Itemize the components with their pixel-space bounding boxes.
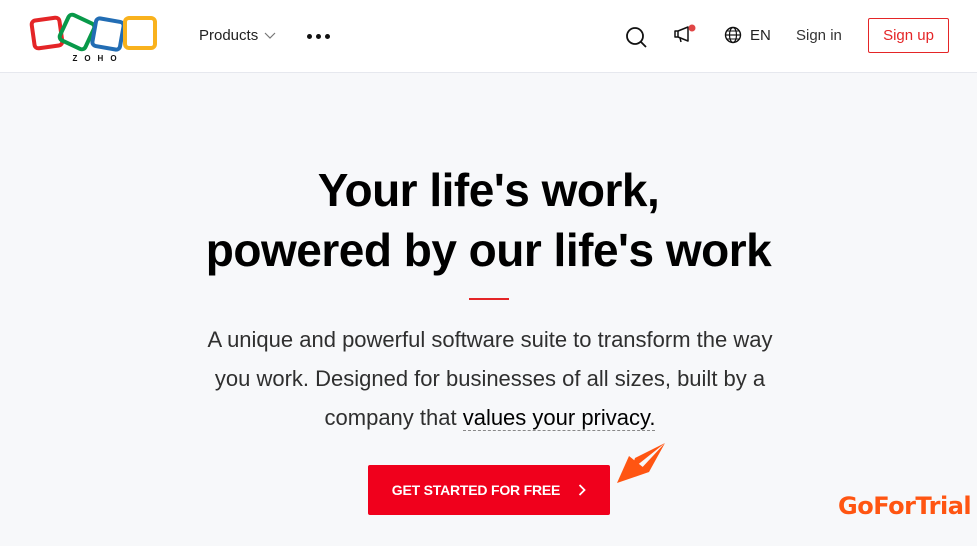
top-navigation-bar: ZOHO Products EN Sign in Sign up (0, 0, 977, 73)
arrow-pointer-icon (617, 443, 665, 483)
chevron-down-icon (264, 32, 276, 39)
language-label: EN (750, 26, 771, 44)
hero-description: A unique and powerful software suite to … (190, 320, 790, 437)
gofortrial-watermark: GoForTrial (838, 492, 972, 520)
hero-title-line-2: powered by our life's work (205, 224, 772, 276)
search-icon (626, 27, 647, 48)
products-menu[interactable]: Products (199, 27, 276, 44)
title-divider (469, 298, 509, 300)
annotation-arrow (615, 440, 671, 491)
privacy-link[interactable]: values your privacy. (462, 405, 656, 431)
sign-up-button[interactable]: Sign up (868, 18, 949, 53)
zoho-logo-icon (29, 12, 157, 52)
products-label: Products (199, 27, 259, 44)
more-horizontal-icon (307, 33, 312, 39)
megaphone-icon (674, 24, 696, 43)
chevron-right-icon (579, 484, 586, 496)
get-started-button[interactable]: GET STARTED FOR FREE (368, 465, 610, 515)
hero-title-line-1: Your life's work, (317, 164, 660, 216)
more-menu-button[interactable] (307, 28, 331, 44)
get-started-label: GET STARTED FOR FREE (391, 482, 561, 498)
hero-title: Your life's work, powered by our life's … (0, 160, 977, 280)
globe-icon (724, 26, 742, 44)
notification-dot (688, 24, 696, 32)
zoho-logo[interactable]: ZOHO (29, 12, 161, 66)
sign-in-link[interactable]: Sign in (796, 27, 842, 44)
announcements-button[interactable] (673, 24, 697, 51)
logo-wordmark: ZOHO (72, 54, 124, 63)
language-selector[interactable]: EN (724, 26, 771, 44)
search-button[interactable] (625, 26, 647, 53)
